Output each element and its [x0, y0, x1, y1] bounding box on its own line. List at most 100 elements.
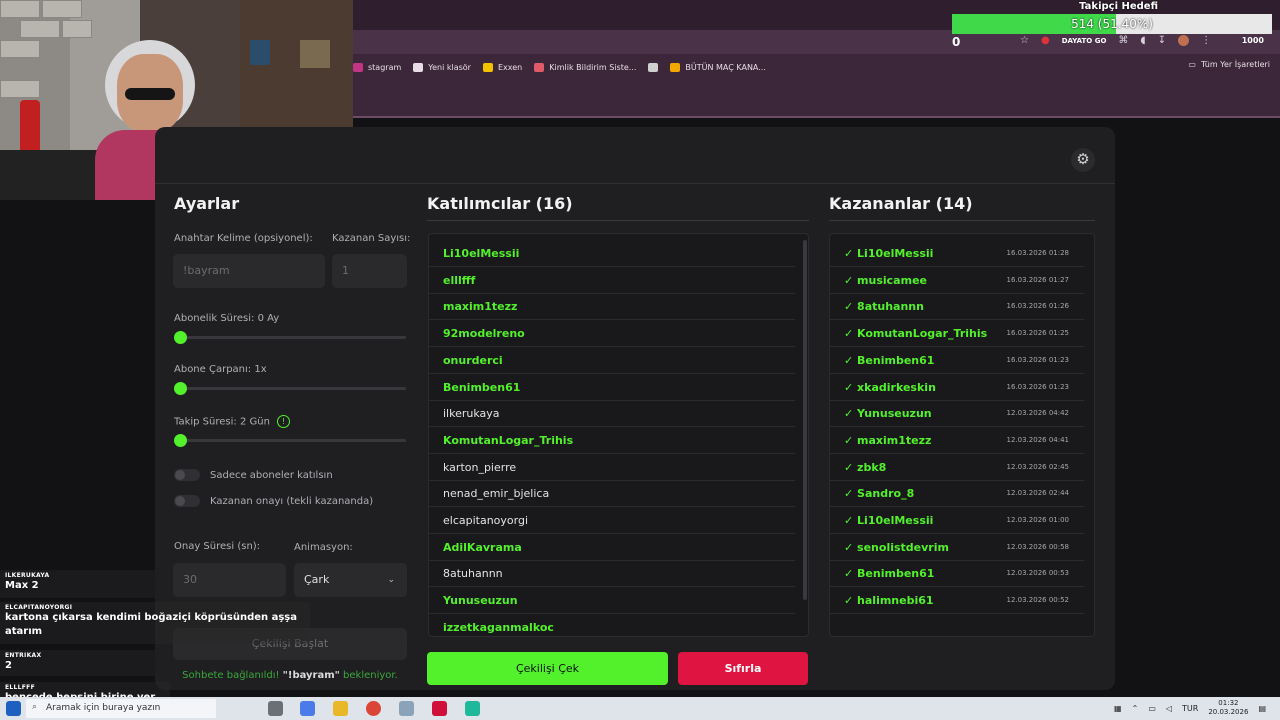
winner-row[interactable]: ✓ senolistdevrim 12.03.2026 00:58 [830, 534, 1084, 561]
bookmark-item[interactable] [648, 62, 659, 72]
info-icon[interactable]: ! [277, 415, 291, 428]
sub-multiplier-slider[interactable] [180, 387, 406, 390]
confirm-time-label: Onay Süresi (sn): [174, 541, 261, 552]
bookmark-item[interactable]: Yeni klasör [413, 62, 471, 72]
chat-username: ILKERUKAYA [5, 572, 50, 579]
taskbar-search-placeholder: Aramak için buraya yazın [46, 703, 161, 713]
participant-row[interactable]: nenad_emir_bjelica [429, 480, 795, 508]
sub-duration-slider-handle[interactable] [174, 331, 187, 344]
winners-title: Kazananlar (14) [829, 194, 973, 213]
participant-row[interactable]: 92modelreno [429, 320, 795, 348]
participant-row[interactable]: Yunuseuzun [429, 587, 795, 615]
bookmark-item[interactable]: stagram [353, 62, 401, 72]
participant-row[interactable]: izzetkaganmalkoc [429, 614, 795, 636]
follow-duration-slider-handle[interactable] [174, 434, 187, 447]
app-icon[interactable] [399, 701, 414, 716]
bookmark-item[interactable]: Exxen [482, 62, 522, 72]
winner-row[interactable]: ✓ Sandro_8 12.03.2026 02:44 [830, 480, 1084, 508]
clock-date: 20.03.2026 [1208, 708, 1249, 716]
winner-row[interactable]: ✓ maxim1tezz 12.03.2026 04:41 [830, 427, 1084, 454]
winner-name: ✓ maxim1tezz [844, 433, 932, 447]
goal-max-label: 1000 [1241, 36, 1264, 45]
reset-button[interactable]: Sıfırla [678, 652, 808, 685]
winner-row[interactable]: ✓ Benimben61 16.03.2026 01:23 [830, 347, 1084, 374]
bookmark-item[interactable]: Kimlik Bildirim Siste... [534, 62, 636, 72]
gear-icon[interactable]: ⚙ [1071, 148, 1095, 172]
windows-start-icon[interactable] [6, 701, 21, 716]
winners-divider [829, 220, 1095, 221]
winner-confirm-toggle[interactable] [174, 495, 200, 507]
participant-name: elllfff [443, 273, 476, 287]
winner-row[interactable]: ✓ Li10elMessii 16.03.2026 01:28 [830, 240, 1084, 267]
winner-row[interactable]: ✓ musicamee 16.03.2026 01:27 [830, 267, 1084, 294]
follow-duration-slider[interactable] [180, 439, 406, 442]
participant-row[interactable]: 8atuhannn [429, 560, 795, 588]
clock[interactable]: 01:32 20.03.2026 [1208, 699, 1248, 717]
language-indicator[interactable]: TUR [1182, 704, 1198, 713]
winner-row[interactable]: ✓ Benimben61 12.03.2026 00:53 [830, 560, 1084, 588]
winner-date: 12.03.2026 04:41 [1006, 435, 1069, 444]
winner-row[interactable]: ✓ KomutanLogar_Trihis 16.03.2026 01:25 [830, 320, 1084, 348]
network-icon[interactable]: ▭ [1148, 704, 1156, 713]
winner-date: 16.03.2026 01:23 [1006, 355, 1069, 364]
chat-message: ILKERUKAYA Max 2 [0, 570, 335, 598]
winner-row[interactable]: ✓ zbk8 12.03.2026 02:45 [830, 454, 1084, 481]
participants-scrollbar[interactable] [803, 240, 807, 600]
task-view-icon[interactable] [268, 701, 283, 716]
winner-row[interactable]: ✓ Yunuseuzun 12.03.2026 04:42 [830, 400, 1084, 428]
chat-text: Max 2 [5, 580, 39, 591]
app-icon[interactable] [465, 701, 480, 716]
participant-row[interactable]: karton_pierre [429, 454, 795, 481]
winner-row[interactable]: ✓ 8atuhannn 16.03.2026 01:26 [830, 293, 1084, 321]
participant-row[interactable]: AdilKavrama [429, 534, 795, 561]
taskbar-search-box[interactable]: ⌕ Aramak için buraya yazın [26, 699, 216, 718]
participant-row[interactable]: elcapitanoyorgi [429, 507, 795, 534]
participants-list[interactable]: Li10elMessii elllfff maxim1tezz 92modelreno… [428, 233, 809, 637]
winner-row[interactable]: ✓ halimnebi61 12.03.2026 00:52 [830, 587, 1084, 615]
winner-row[interactable]: ✓ Li10elMessii 12.03.2026 01:00 [830, 507, 1084, 534]
sub-duration-slider[interactable] [180, 336, 406, 339]
bookmark-item[interactable]: BÜTÜN MAÇ KANA... [670, 62, 766, 72]
speaker-icon[interactable]: ◁ [1166, 704, 1172, 713]
participant-name: Li10elMessii [443, 247, 520, 260]
participant-row[interactable]: Li10elMessii [429, 240, 795, 267]
exxen-icon [482, 62, 493, 72]
winner-name: ✓ Yunuseuzun [844, 407, 932, 421]
winners-list[interactable]: ✓ Li10elMessii 16.03.2026 01:28 ✓ musicame… [829, 233, 1095, 637]
all-bookmarks-link[interactable]: ▭ Tüm Yer İşaretleri [1188, 60, 1270, 69]
winner-row[interactable]: ✓ xkadirkeskin 16.03.2026 01:23 [830, 374, 1084, 401]
winner-name: ✓ Li10elMessii [844, 514, 934, 527]
winner-date: 12.03.2026 00:58 [1006, 542, 1069, 551]
file-explorer-icon[interactable] [333, 701, 348, 716]
sub-multiplier-slider-handle[interactable] [174, 382, 187, 395]
only-subs-toggle[interactable] [174, 469, 200, 481]
folder-icon [413, 62, 424, 72]
participant-row[interactable]: Benimben61 [429, 374, 795, 401]
winner-name: ✓ xkadirkeskin [844, 380, 936, 394]
chat-text: 2 [5, 660, 12, 671]
winner-name: ✓ Benimben61 [844, 567, 935, 581]
clock-time: 01:32 [1218, 699, 1239, 707]
keyboard-icon[interactable]: ▦ [1114, 704, 1122, 713]
chevron-up-icon[interactable]: ⌃ [1132, 704, 1139, 713]
status-suffix: bekleniyor. [339, 670, 398, 681]
participant-row[interactable]: ilkerukaya [429, 400, 795, 428]
participant-name: Benimben61 [443, 380, 521, 394]
participants-title: Katılımcılar (16) [427, 194, 573, 213]
only-subs-label: Sadece aboneler katılsın [210, 470, 333, 481]
notification-icon[interactable]: ▤ [1258, 704, 1266, 713]
participant-row[interactable]: KomutanLogar_Trihis [429, 427, 795, 454]
participant-row[interactable]: onurderci [429, 347, 795, 374]
participant-row[interactable]: maxim1tezz [429, 293, 795, 321]
app-icon[interactable] [432, 701, 447, 716]
search-icon: ⌕ [32, 702, 38, 712]
chrome-icon[interactable] [366, 701, 381, 716]
winner-count-input[interactable]: 1 [332, 254, 407, 288]
participant-row[interactable]: elllfff [429, 267, 795, 294]
winner-date: 16.03.2026 01:27 [1006, 275, 1069, 284]
winner-name: ✓ musicamee [844, 273, 927, 287]
draw-button[interactable]: Çekilişi Çek [427, 652, 668, 685]
all-bookmarks-label: Tüm Yer İşaretleri [1200, 60, 1270, 69]
keyword-input[interactable]: !bayram [173, 254, 325, 288]
app-icon[interactable] [300, 701, 315, 716]
